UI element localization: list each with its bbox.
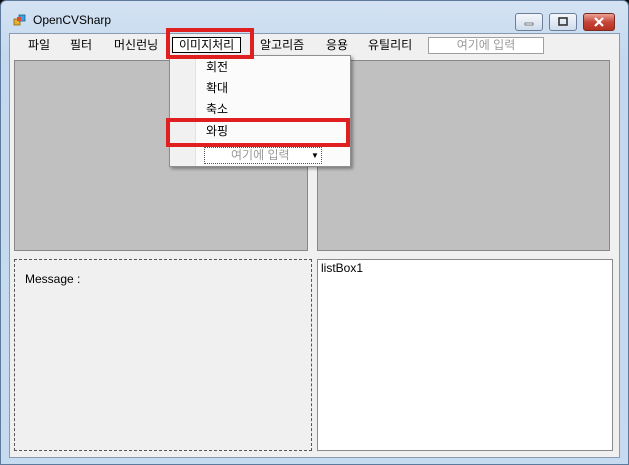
dropdown-item-rotate[interactable]: 회전 <box>206 58 228 76</box>
picture-box-right <box>317 60 610 251</box>
dropdown-combo-text: 여기에 입력 <box>231 148 290 162</box>
highlight-warping-box <box>166 118 350 147</box>
window-title: OpenCVSharp <box>33 13 112 27</box>
app-icon <box>13 14 26 26</box>
image-processing-dropdown: 회전 확대 축소 와핑 여기에 입력 ▼ <box>169 55 351 167</box>
menu-algorithm[interactable]: 알고리즘 <box>258 37 306 53</box>
message-panel: Message : <box>14 259 312 451</box>
maximize-icon <box>558 17 568 26</box>
maximize-button[interactable] <box>549 13 577 31</box>
app-window: OpenCVSharp 파일 필터 머신런닝 이미지처리 알고리즘 응용 유틸리… <box>0 0 629 465</box>
list-box[interactable]: listBox1 <box>317 259 613 451</box>
chevron-down-icon[interactable]: ▼ <box>311 152 319 160</box>
close-button[interactable] <box>583 13 615 31</box>
menu-utility[interactable]: 유틸리티 <box>366 37 414 53</box>
message-label: Message : <box>25 272 81 286</box>
menu-file[interactable]: 파일 <box>26 37 52 53</box>
menu-machine-learning[interactable]: 머신런닝 <box>112 37 160 53</box>
menu-textbox[interactable]: 여기에 입력 <box>428 37 544 54</box>
close-icon <box>594 17 604 27</box>
minimize-button[interactable] <box>515 13 543 31</box>
menu-application[interactable]: 응용 <box>324 37 350 53</box>
dropdown-item-zoom-out[interactable]: 축소 <box>206 100 228 118</box>
minimize-icon <box>524 22 534 26</box>
highlight-menu-box <box>166 28 254 59</box>
list-box-label: listBox1 <box>321 261 364 275</box>
dropdown-item-zoom-in[interactable]: 확대 <box>206 79 228 97</box>
title-bar[interactable]: OpenCVSharp <box>1 1 628 33</box>
menu-filter[interactable]: 필터 <box>68 37 94 53</box>
dropdown-combo[interactable]: 여기에 입력 ▼ <box>204 147 322 164</box>
dropdown-gutter <box>170 56 196 166</box>
menu-bar: 파일 필터 머신런닝 이미지처리 알고리즘 응용 유틸리티 여기에 입력 <box>10 34 619 56</box>
